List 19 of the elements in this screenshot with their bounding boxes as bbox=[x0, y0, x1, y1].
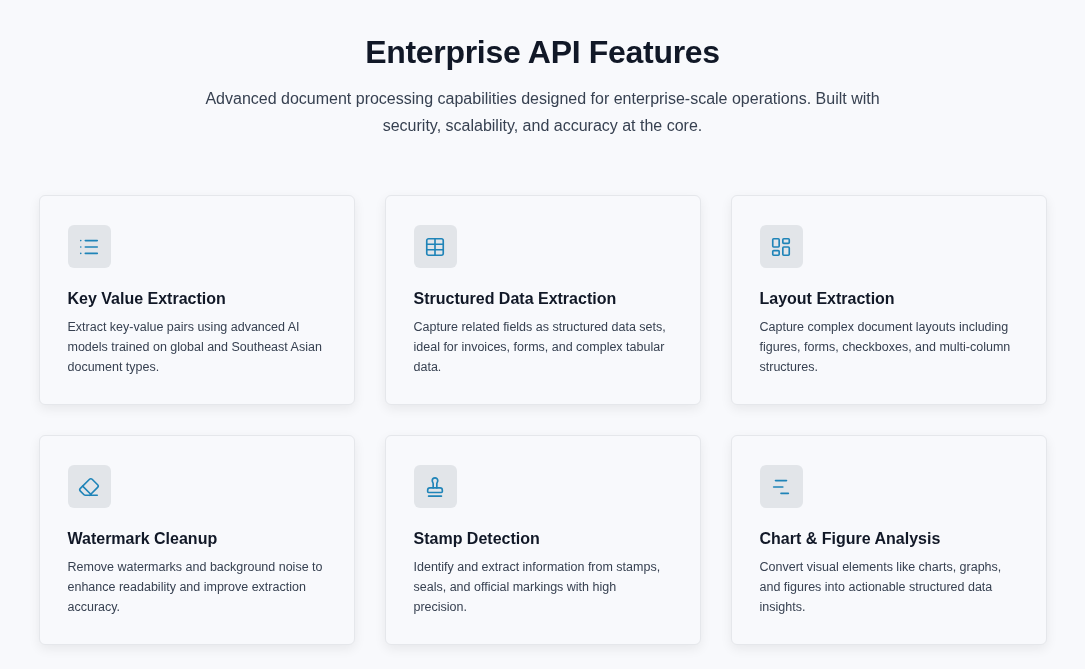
layout-icon bbox=[759, 225, 803, 268]
feature-title: Stamp Detection bbox=[413, 530, 541, 548]
feature-title: Chart & Figure Analysis bbox=[759, 530, 942, 548]
feature-description: Capture related fields as structured data sets, ideal for invoices, forms, and complex tabular data. bbox=[413, 319, 667, 376]
feature-description: Extract key-value pairs using advanced AI models trained on global and Southeast Asian document types. bbox=[67, 319, 323, 376]
feature-description: Capture complex document layouts including figures, forms, checkboxes, and multi-column structures. bbox=[759, 319, 1012, 376]
page-title: Enterprise API Features bbox=[365, 34, 720, 71]
list-icon bbox=[67, 225, 111, 268]
table-icon bbox=[413, 225, 457, 268]
feature-title: Key Value Extraction bbox=[67, 290, 227, 308]
feature-description: Remove watermarks and background noise to enhance readability and improve extraction accuracy. bbox=[67, 559, 324, 616]
eraser-icon bbox=[67, 465, 111, 508]
feature-title: Watermark Cleanup bbox=[67, 530, 219, 548]
feature-description: Identify and extract information from stamps, seals, and official markings with high precision. bbox=[413, 559, 662, 616]
feature-description: Convert visual elements like charts, graphs, and figures into actionable structured data insights. bbox=[759, 559, 1003, 616]
page-subtitle: Advanced document processing capabilities designed for enterprise-scale operations. Built with security, scalability, and accuracy at the core. bbox=[204, 89, 881, 136]
feature-title: Structured Data Extraction bbox=[413, 290, 618, 308]
feature-title: Layout Extraction bbox=[759, 290, 896, 308]
stamp-icon bbox=[413, 465, 457, 508]
